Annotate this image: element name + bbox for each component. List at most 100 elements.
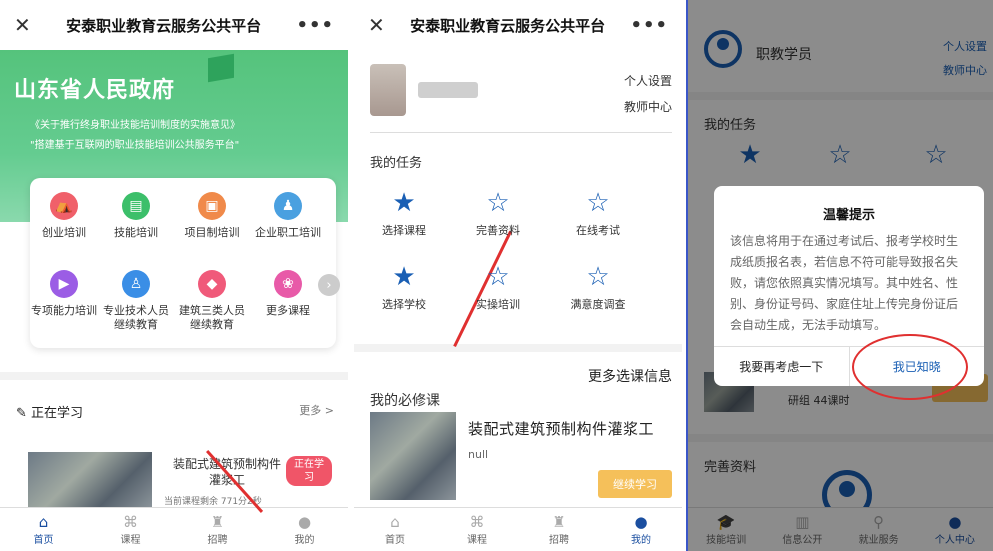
task-label: 在线考试 <box>576 224 620 237</box>
modal-body: 该信息将用于在通过考试后、报考学校时生成纸质报名表，若信息不符可能导致报名失败，… <box>730 234 959 332</box>
modal-title: 温馨提示 <box>822 208 875 223</box>
category-icon: ♙ <box>122 270 150 298</box>
category-item[interactable]: ⛺ 创业培训 <box>24 192 104 240</box>
close-icon[interactable]: ✕ <box>14 13 31 37</box>
avatar[interactable] <box>370 64 406 116</box>
user-icon: ● <box>297 513 312 531</box>
divider <box>370 132 672 133</box>
category-label: 企业职工培训 <box>255 226 321 239</box>
app-title: 安泰职业教育云服务公共平台 <box>66 16 262 35</box>
category-label: 项目制培训 <box>184 226 240 239</box>
tab-mine[interactable]: ● 我的 <box>600 508 682 551</box>
task-label: 选择学校 <box>382 298 426 311</box>
panel-home: ✕ 安泰职业教育云服务公共平台 ••• 山东省人民政府 《关于推行终身职业技能培… <box>0 0 348 551</box>
jobs-icon: ♜ <box>552 513 566 531</box>
category-item[interactable]: ▣ 项目制培训 <box>172 192 252 240</box>
title-bar: ✕ 安泰职业教育云服务公共平台 ••• <box>354 0 682 50</box>
category-icon: ◆ <box>198 270 226 298</box>
tab-jobs[interactable]: ♜ 招聘 <box>174 508 261 551</box>
star-icon: ☆ <box>586 262 610 292</box>
blurred-username <box>418 82 478 98</box>
jobs-icon: ♜ <box>210 513 225 531</box>
divider <box>0 372 348 380</box>
home-icon: ⌂ <box>38 513 49 531</box>
task-item[interactable]: ★ 选择课程 <box>364 188 444 238</box>
category-label: 更多课程 <box>266 304 310 317</box>
more-courses-link[interactable]: 更多选课信息 <box>588 366 672 386</box>
task-label: 满意度调查 <box>570 298 626 311</box>
star-icon: ★ <box>392 262 416 292</box>
tab-courses[interactable]: ⌘ 课程 <box>436 508 518 551</box>
tab-jobs[interactable]: ♜ 招聘 <box>518 508 600 551</box>
category-grid: ⛺ 创业培训 ▤ 技能培训 ▣ 项目制培训 ♟ 企业职工培训 ▶ 专项能力培训 ♙ 专业技术人员 继续… <box>30 178 336 348</box>
learning-badge[interactable]: 正在学 习 <box>286 456 332 486</box>
chevron-right-icon[interactable]: › <box>318 274 340 296</box>
category-item[interactable]: ▤ 技能培训 <box>96 192 176 240</box>
category-label: 技能培训 <box>114 226 158 239</box>
task-label: 完善资料 <box>476 224 520 237</box>
course-subtitle: null <box>468 448 489 461</box>
category-icon: ▶ <box>50 270 78 298</box>
learning-more-link[interactable]: 更多 > <box>299 402 334 421</box>
tab-bar: ⌂ 首页 ⌘ 课程 ♜ 招聘 ● 我的 <box>0 507 348 551</box>
category-label: 创业培训 <box>42 226 86 239</box>
category-icon: ▣ <box>198 192 226 220</box>
category-label: 专业技术人员 继续教育 <box>103 304 169 331</box>
panel-profile: ✕ 安泰职业教育云服务公共平台 ••• 个人设置 教师中心 我的任务 更多选课信… <box>354 0 682 551</box>
tab-bar: ⌂ 首页 ⌘ 课程 ♜ 招聘 ● 我的 <box>354 507 682 551</box>
course-thumbnail[interactable] <box>28 452 152 508</box>
task-item[interactable]: ☆ 在线考试 <box>558 188 638 238</box>
category-item[interactable]: ❀ 更多课程 <box>248 270 328 318</box>
learning-header: ✎ 正在学习 更多 > <box>16 402 334 421</box>
close-icon[interactable]: ✕ <box>368 13 385 37</box>
course-thumbnail[interactable] <box>370 412 456 500</box>
banner-line-1: 《关于推行终身职业技能培训制度的实施意见》 <box>30 120 240 131</box>
home-icon: ⌂ <box>390 513 400 531</box>
star-icon: ☆ <box>486 188 510 218</box>
task-item[interactable]: ☆ 完善资料 <box>458 188 538 238</box>
course-title[interactable]: 装配式建筑预制构件灌浆工 <box>468 418 654 439</box>
continue-button[interactable]: 继续学习 <box>598 470 672 498</box>
courses-icon: ⌘ <box>469 513 485 531</box>
star-icon: ☆ <box>586 188 610 218</box>
category-item[interactable]: ♙ 专业技术人员 继续教育 <box>96 270 176 332</box>
star-icon: ★ <box>392 188 416 218</box>
tab-courses[interactable]: ⌘ 课程 <box>87 508 174 551</box>
tab-home[interactable]: ⌂ 首页 <box>0 508 87 551</box>
category-icon: ♟ <box>274 192 302 220</box>
red-annotation-circle <box>852 334 968 400</box>
category-icon: ⛺ <box>50 192 78 220</box>
task-label: 实操培训 <box>476 298 520 311</box>
panel-profile-modal: 职教学员 个人设置 教师中心 我的任务 ★ ☆ ☆ 研组 44课时 完善资料 🎓… <box>686 0 993 551</box>
divider <box>354 344 682 352</box>
task-item[interactable]: ☆ 满意度调查 <box>558 262 638 312</box>
star-icon: ☆ <box>486 262 510 292</box>
user-icon: ● <box>634 513 648 531</box>
category-icon: ❀ <box>274 270 302 298</box>
task-item[interactable]: ★ 选择学校 <box>364 262 444 312</box>
required-courses-header: 我的必修课 <box>370 393 440 409</box>
category-item[interactable]: ▶ 专项能力培训 <box>24 270 104 318</box>
category-label: 专项能力培训 <box>31 304 97 317</box>
banner-line-2: "搭建基于互联网的职业技能培训公共服务平台" <box>30 140 240 151</box>
banner-gov-title: 山东省人民政府 <box>14 78 176 103</box>
more-menu-icon[interactable]: ••• <box>630 15 668 36</box>
category-icon: ▤ <box>122 192 150 220</box>
tab-home[interactable]: ⌂ 首页 <box>354 508 436 551</box>
tasks-header: 我的任务 <box>370 156 423 171</box>
app-title: 安泰职业教育云服务公共平台 <box>410 16 606 35</box>
title-bar: ✕ 安泰职业教育云服务公共平台 ••• <box>0 0 348 50</box>
category-item[interactable]: ♟ 企业职工培训 <box>248 192 328 240</box>
learning-title: ✎ 正在学习 <box>16 406 84 421</box>
personal-settings-link[interactable]: 个人设置 <box>624 72 672 89</box>
teacher-center-link[interactable]: 教师中心 <box>624 98 672 115</box>
task-item[interactable]: ☆ 实操培训 <box>458 262 538 312</box>
more-menu-icon[interactable]: ••• <box>296 15 334 36</box>
decor-cube <box>208 53 234 83</box>
tab-mine[interactable]: ● 我的 <box>261 508 348 551</box>
category-item[interactable]: ◆ 建筑三类人员 继续教育 <box>172 270 252 332</box>
task-label: 选择课程 <box>382 224 426 237</box>
courses-icon: ⌘ <box>123 513 138 531</box>
category-label: 建筑三类人员 继续教育 <box>179 304 245 331</box>
reconsider-button[interactable]: 我要再考虑一下 <box>714 347 850 386</box>
